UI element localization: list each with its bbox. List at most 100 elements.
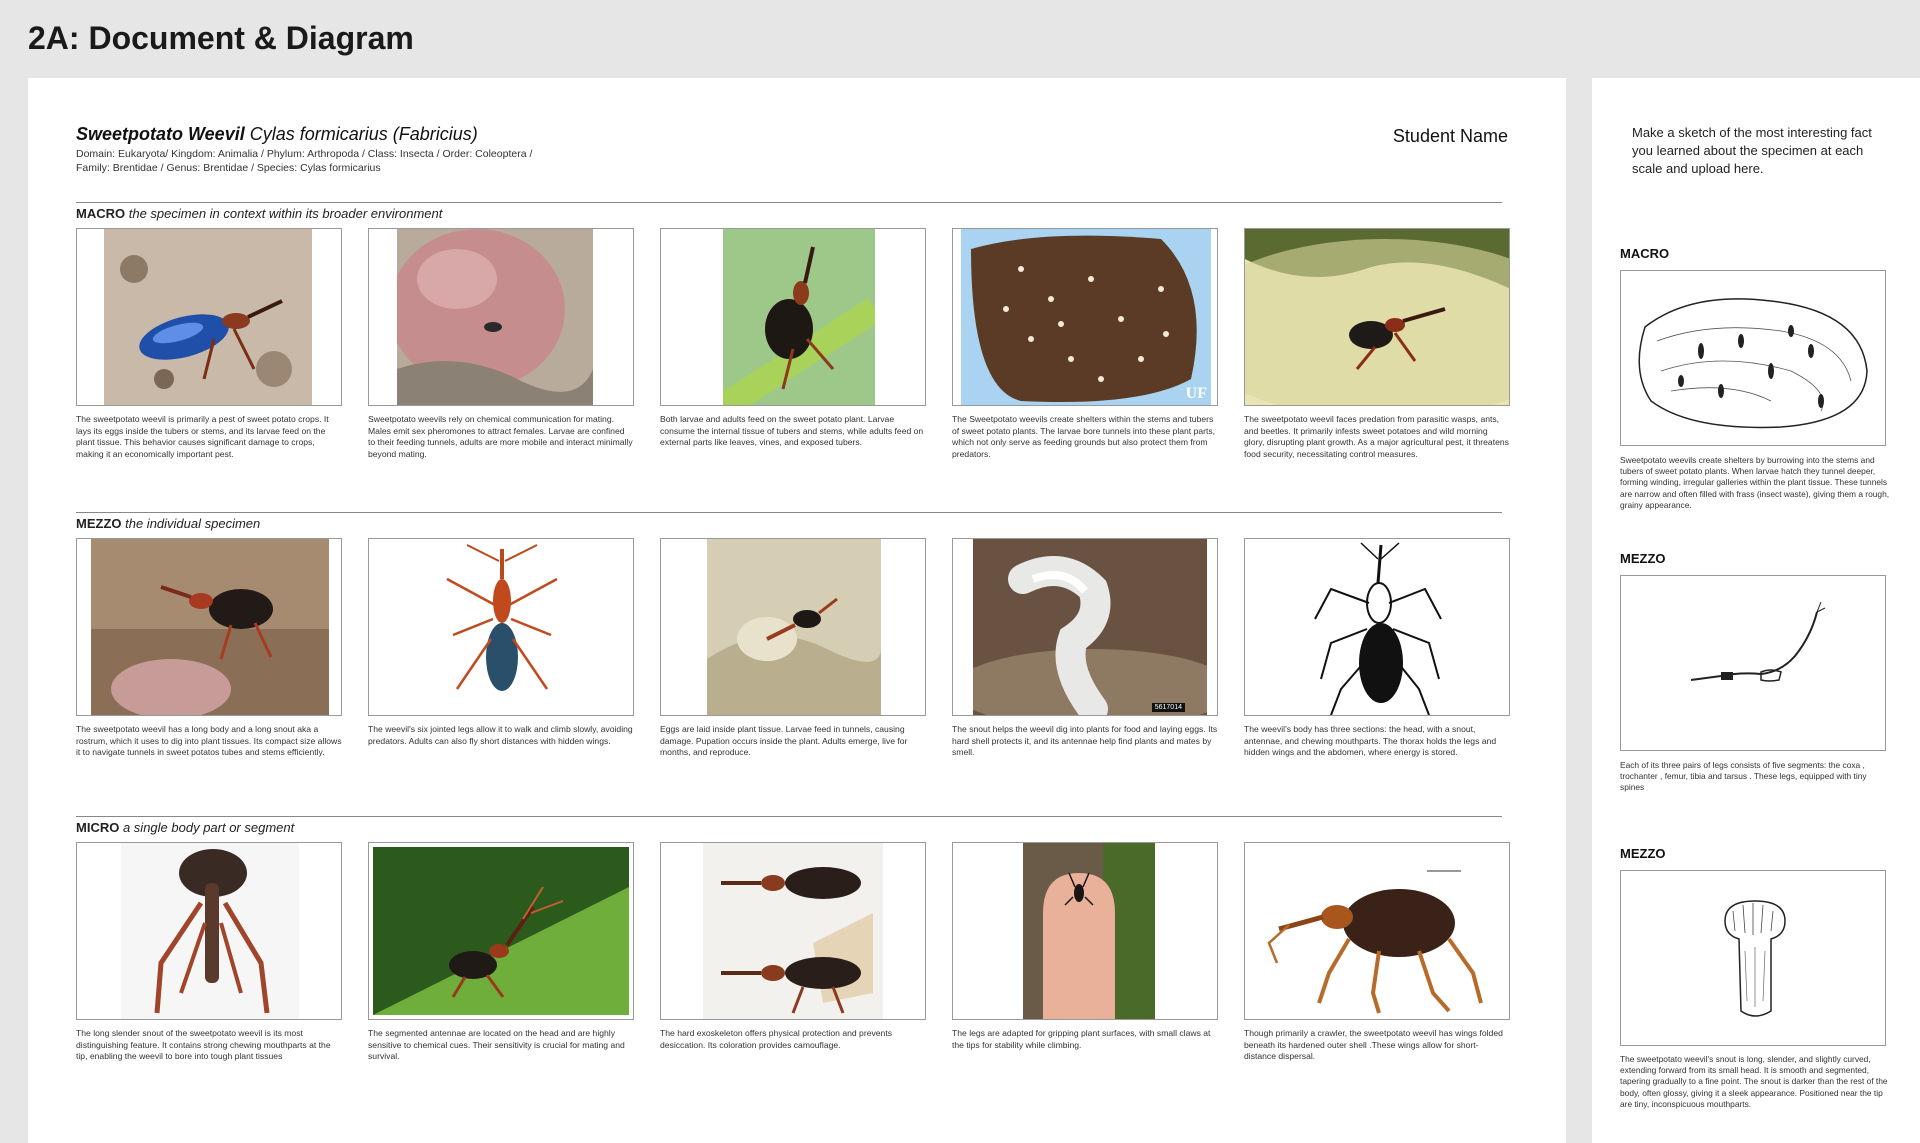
weevil-on-green-stem-photo xyxy=(723,229,875,405)
sketch-label-mezzo-2: MEZZO xyxy=(1620,846,1666,861)
specimen-card: Eggs are laid inside plant tissue. Larva… xyxy=(660,538,926,759)
sketch-panel: Make a sketch of the most interesting fa… xyxy=(1592,78,1920,1143)
section-description: a single body part or segment xyxy=(122,820,295,835)
photo-frame[interactable] xyxy=(660,538,926,716)
weevil-on-sweet-potato-photo xyxy=(397,229,593,405)
card-caption: The sweetpotato weevil is primarily a pe… xyxy=(76,414,329,459)
section-macro: MACRO the specimen in context within its… xyxy=(76,202,1510,460)
card-caption: The sweetpotato weevil faces predation f… xyxy=(1244,414,1509,459)
weevil-on-dried-flower-photo xyxy=(91,539,329,715)
tuber-tunnel-sketch xyxy=(1638,298,1868,429)
taxonomy: Domain: Eukaryota/ Kingdom: Animalia / P… xyxy=(76,147,546,175)
weevil-side-view-photo xyxy=(1249,843,1489,1019)
photo-frame[interactable] xyxy=(368,842,634,1020)
photo-frame[interactable] xyxy=(660,228,926,406)
card-caption: The sweetpotato weevil has a long body a… xyxy=(76,724,342,757)
photo-frame[interactable] xyxy=(1244,842,1510,1020)
specimen-card: The weevil's six jointed legs allow it t… xyxy=(368,538,634,759)
photo-frame[interactable] xyxy=(368,228,634,406)
card-caption: The weevil's body has three sections: th… xyxy=(1244,724,1497,757)
weevil-in-plant-tissue-photo xyxy=(707,539,881,715)
weevil-line-drawing xyxy=(1301,539,1455,715)
section-mezzo: MEZZO the individual specimen The sweetp… xyxy=(76,512,1510,759)
card-caption: The legs are adapted for gripping plant … xyxy=(952,1028,1211,1050)
common-name: Sweetpotato Weevil xyxy=(76,124,245,144)
student-name[interactable]: Student Name xyxy=(1393,126,1508,147)
specimen-card: The hard exoskeleton offers physical pro… xyxy=(660,842,926,1063)
photo-frame[interactable] xyxy=(660,842,926,1020)
card-caption: The Sweetpotato weevils create shelters … xyxy=(952,414,1216,459)
section-label: MEZZO xyxy=(76,516,122,531)
section-label: MICRO xyxy=(76,820,120,835)
sketch-instruction: Make a sketch of the most interesting fa… xyxy=(1632,125,1872,176)
card-caption: The long slender snout of the sweetpotat… xyxy=(76,1028,331,1061)
specimen-card: The sweetpotato weevil faces predation f… xyxy=(1244,228,1510,460)
weevil-larva-photo xyxy=(973,539,1207,715)
weevil-on-fingertip-photo xyxy=(1023,843,1155,1019)
weevil-exoskeleton-specimens-photo xyxy=(703,843,883,1019)
photo-frame[interactable] xyxy=(76,228,342,406)
sketch-caption-mezzo-2: The sweetpotato weevil's snout is long, … xyxy=(1620,1054,1888,1109)
taxonomy-line-1: Domain: Eukaryota/ Kingdom: Animalia / P… xyxy=(76,148,533,160)
specimen-card: 5617014 The snout helps the weevil dig i… xyxy=(952,538,1218,759)
scientific-name: Cylas formicarius (Fabricius) xyxy=(249,124,478,144)
section-label: MACRO xyxy=(76,206,126,221)
specimen-card: The sweetpotato weevil is primarily a pe… xyxy=(76,228,342,460)
sketch-label-macro: MACRO xyxy=(1620,246,1670,261)
section-heading: MACRO the specimen in context within its… xyxy=(76,206,1502,224)
photo-frame[interactable]: UF xyxy=(952,228,1218,406)
specimen-card: The segmented antennae are located on th… xyxy=(368,842,634,1063)
specimen-card: Though primarily a crawler, the sweetpot… xyxy=(1244,842,1510,1063)
image-id-badge: 5617014 xyxy=(1151,703,1185,712)
specimen-card: Sweetpotato weevils rely on chemical com… xyxy=(368,228,634,460)
section-description: the individual specimen xyxy=(125,516,261,531)
specimen-title: Sweetpotato Weevil Cylas formicarius (Fa… xyxy=(76,124,546,145)
section-divider xyxy=(76,202,1502,203)
photo-frame[interactable] xyxy=(368,538,634,716)
sketch-upload-mezzo[interactable] xyxy=(1620,575,1886,751)
section-divider xyxy=(76,816,1502,817)
card-caption: Both larvae and adults feed on the sweet… xyxy=(660,414,924,447)
photo-frame[interactable] xyxy=(952,842,1218,1020)
specimen-card: The weevil's body has three sections: th… xyxy=(1244,538,1510,759)
bored-tuber-cross-section-photo xyxy=(961,229,1211,405)
card-caption: The weevil's six jointed legs allow it t… xyxy=(368,724,633,746)
weevil-dorsal-view-photo xyxy=(437,539,567,715)
weevil-snout-sketch xyxy=(1724,900,1786,1017)
document-page: Sweetpotato Weevil Cylas formicarius (Fa… xyxy=(28,78,1566,1143)
card-caption: Eggs are laid inside plant tissue. Larva… xyxy=(660,724,908,757)
specimen-card: The sweetpotato weevil has a long body a… xyxy=(76,538,342,759)
sketch-caption-macro: Sweetpotato weevils create shelters by b… xyxy=(1620,455,1890,510)
section-heading: MEZZO the individual specimen xyxy=(76,516,1502,534)
card-caption: The hard exoskeleton offers physical pro… xyxy=(660,1028,893,1050)
section-micro: MICRO a single body part or segment The … xyxy=(76,816,1510,1063)
section-heading: MICRO a single body part or segment xyxy=(76,820,1502,838)
card-caption: The segmented antennae are located on th… xyxy=(368,1028,625,1061)
title-block: Sweetpotato Weevil Cylas formicarius (Fa… xyxy=(76,124,546,175)
specimen-card: UF The Sweetpotato weevils create shelte… xyxy=(952,228,1218,460)
card-caption: The snout helps the weevil dig into plan… xyxy=(952,724,1218,757)
card-caption: Sweetpotato weevils rely on chemical com… xyxy=(368,414,633,459)
sketch-upload-mezzo-2[interactable] xyxy=(1620,870,1886,1046)
weevil-snout-front-photo xyxy=(121,843,299,1019)
page-heading: 2A: Document & Diagram xyxy=(28,20,414,56)
section-description: the specimen in context within its broad… xyxy=(128,206,443,221)
sketch-upload-macro[interactable] xyxy=(1620,270,1886,446)
sketch-label-mezzo: MEZZO xyxy=(1620,551,1666,566)
image-watermark: UF xyxy=(1185,385,1207,402)
taxonomy-line-2: Family: Brentidae / Genus: Brentidae / S… xyxy=(76,162,381,174)
sketch-caption-mezzo: Each of its three pairs of legs consists… xyxy=(1620,760,1867,793)
photo-frame[interactable] xyxy=(76,538,342,716)
photo-frame[interactable] xyxy=(76,842,342,1020)
weevil-leg-sketch xyxy=(1690,601,1826,682)
photo-frame[interactable] xyxy=(1244,538,1510,716)
specimen-card: The long slender snout of the sweetpotat… xyxy=(76,842,342,1063)
specimen-card: The legs are adapted for gripping plant … xyxy=(952,842,1218,1063)
photo-frame[interactable]: 5617014 xyxy=(952,538,1218,716)
card-caption: Though primarily a crawler, the sweetpot… xyxy=(1244,1028,1503,1061)
section-divider xyxy=(76,512,1502,513)
photo-frame[interactable] xyxy=(1244,228,1510,406)
weevil-antennae-on-leaf-photo xyxy=(373,847,629,1015)
weevil-on-leaf-photo xyxy=(1245,229,1509,405)
blue-weevil-on-soil-photo xyxy=(104,229,312,405)
